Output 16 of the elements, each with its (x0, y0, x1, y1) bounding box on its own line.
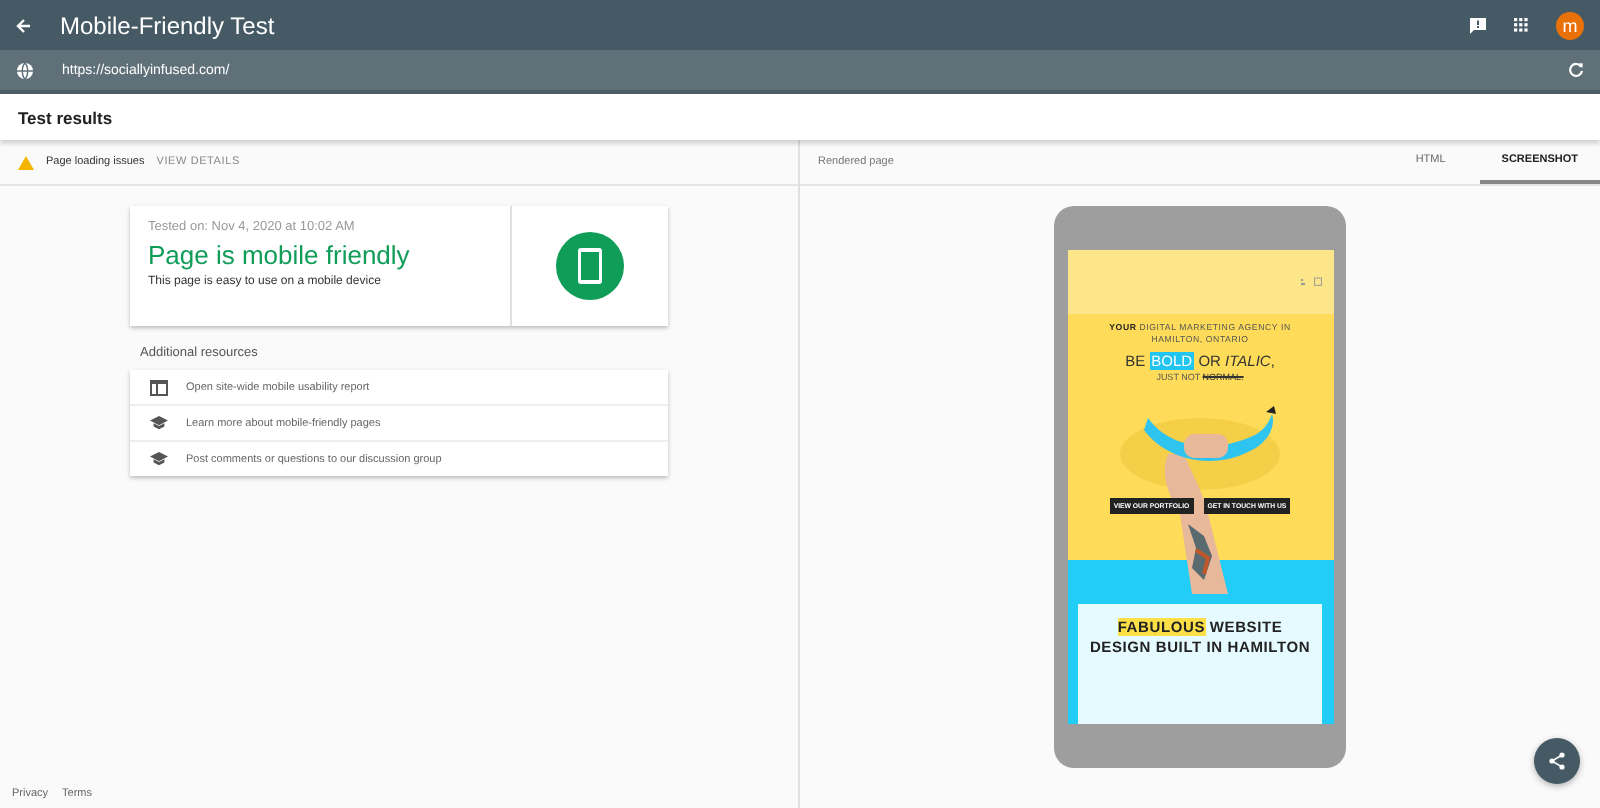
app-title: Mobile-Friendly Test (60, 11, 277, 39)
back-arrow-icon[interactable] (16, 17, 32, 33)
feedback-icon[interactable] (1470, 17, 1486, 33)
apps-grid-icon[interactable] (1514, 18, 1528, 32)
share-icon (1548, 752, 1566, 770)
refresh-icon[interactable] (1568, 62, 1584, 78)
browser-window-icon (150, 379, 168, 395)
bag-icon (1313, 276, 1321, 287)
warning-icon (18, 155, 34, 169)
globe-icon (16, 61, 34, 79)
graduation-cap-icon (150, 452, 168, 466)
graduation-cap-icon (150, 416, 168, 430)
mobile-phone-icon (556, 232, 624, 300)
share-button[interactable] (1534, 738, 1580, 784)
result-headline: Page is mobile friendly (148, 240, 412, 270)
section-title: Test results (18, 107, 113, 127)
